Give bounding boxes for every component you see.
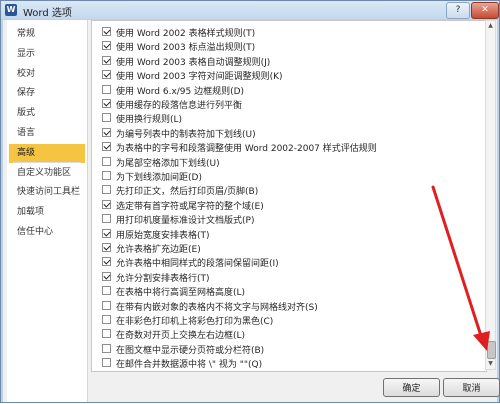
option-label: 使用 Word 6.x/95 边框规则(D) — [116, 86, 245, 97]
sidebar-item[interactable]: 保存 — [9, 84, 85, 103]
option-label: 允许表格扩充边距(E) — [116, 245, 201, 255]
option-checkbox[interactable] — [102, 113, 111, 123]
sidebar-item[interactable]: 快速访问工具栏 — [9, 183, 85, 202]
option-label: 为下划线添加间距(D) — [116, 173, 202, 183]
sidebar-item[interactable]: 版式 — [9, 104, 85, 123]
option-label: 允许表格中相同样式的段落间保留间距(I) — [116, 259, 279, 270]
option-checkbox[interactable] — [102, 156, 111, 166]
option-checkbox[interactable] — [102, 358, 111, 368]
option-checkbox[interactable] — [102, 243, 111, 252]
option-checkbox[interactable] — [102, 55, 111, 65]
option-checkbox[interactable] — [102, 315, 111, 324]
option-label: 在奇数对开页上交换左右边框(L) — [116, 331, 246, 342]
option-checkbox[interactable] — [102, 185, 111, 195]
option-checkbox[interactable] — [102, 228, 111, 238]
cancel-button[interactable]: 取消 — [443, 378, 500, 397]
option-checkbox[interactable] — [102, 127, 111, 137]
word-app-icon: W — [5, 4, 17, 16]
sidebar-item[interactable]: 自定义功能区 — [9, 164, 85, 183]
option-row[interactable]: 在邮件合并数据源中将 \" 视为 ""(Q) — [102, 356, 482, 371]
option-label: 在图文框中显示硬分页符或分栏符(B) — [116, 345, 265, 356]
close-button[interactable]: ✕ — [471, 2, 499, 19]
option-checkbox[interactable] — [102, 84, 111, 94]
sidebar-item[interactable]: 语言 — [9, 124, 85, 143]
option-checkbox[interactable] — [102, 257, 111, 267]
option-checkbox[interactable] — [102, 199, 111, 209]
option-checkbox[interactable] — [102, 343, 111, 353]
sidebar-item[interactable]: 高级 — [9, 143, 85, 163]
option-label: 在表格中将行高调至网格高度(L) — [116, 288, 246, 299]
vertical-scrollbar[interactable]: ▲ ▼ — [485, 20, 496, 370]
scroll-down-icon[interactable]: ▼ — [486, 359, 495, 369]
option-checkbox[interactable] — [102, 171, 111, 180]
help-button[interactable]: ? — [446, 2, 470, 19]
scroll-thumb[interactable] — [487, 341, 496, 359]
dialog-body: 常规 显示 校对 保存 版式 语言 高级 自定义功能区 快速访问工具栏 加载项 信任中心 使用 Wo… — [3, 20, 500, 402]
option-label: 为编号列表中的制表符加下划线(U) — [116, 129, 256, 140]
option-label: 用打印机度量标准设计文档版式(P) — [116, 216, 255, 227]
option-checkbox[interactable] — [102, 41, 111, 51]
sidebar-item[interactable]: 校对 — [9, 65, 85, 84]
option-label: 在邮件合并数据源中将 \" 视为 ""(Q) — [116, 360, 263, 371]
sidebar-item[interactable]: 加载项 — [9, 203, 85, 222]
option-label: 使用缓存的段落信息进行列平衡 — [116, 101, 243, 111]
option-label: 先打印正文，然后打印页眉/页脚(B) — [116, 187, 259, 198]
option-checkbox[interactable] — [102, 70, 111, 80]
option-label: 为尾部空格添加下划线(U) — [116, 158, 220, 169]
sidebar-item[interactable]: 常规 — [9, 25, 85, 44]
scroll-up-icon[interactable]: ▲ — [486, 21, 495, 31]
sidebar-item[interactable]: 信任中心 — [9, 223, 85, 242]
option-checkbox[interactable] — [102, 142, 111, 152]
option-label: 使用 Word 2003 标点溢出规则(T) — [116, 43, 256, 54]
option-checkbox[interactable] — [102, 99, 111, 108]
option-label: 使用换行规则(L) — [116, 115, 183, 126]
advanced-options-panel[interactable]: 使用 Word 2002 表格样式规则(T) 使用 Word 2003 标点溢出规… — [91, 20, 487, 372]
option-checkbox[interactable] — [102, 329, 111, 339]
option-label: 选定带有首字符或尾字符的整个域(E) — [116, 201, 264, 212]
option-label: 在带有内嵌对象的表格内不将文字与网格线对齐(S) — [116, 302, 318, 313]
option-label: 允许分割安排表格行(T) — [116, 273, 210, 284]
option-label: 为表格中的字号和段落调整使用 Word 2002-2007 样式评估规则 — [116, 144, 377, 155]
options-sidebar: 常规 显示 校对 保存 版式 语言 高级 自定义功能区 快速访问工具栏 加载项 信任中心 — [7, 20, 88, 402]
option-checkbox[interactable] — [102, 271, 111, 281]
option-checkbox[interactable] — [102, 27, 111, 36]
sidebar-item[interactable]: 显示 — [9, 45, 85, 64]
option-checkbox[interactable] — [102, 286, 111, 296]
dialog-title: Word 选项 — [23, 8, 72, 19]
sidebar-separator — [13, 161, 81, 163]
ok-button[interactable]: 确定 — [383, 378, 440, 397]
option-label: 使用 Word 2003 表格自动调整规则(J) — [116, 57, 271, 68]
option-label: 使用 Word 2002 表格样式规则(T) — [116, 29, 256, 39]
option-checkbox[interactable] — [102, 214, 111, 224]
option-label: 用原始宽度安排表格(T) — [116, 230, 210, 241]
option-label: 在非彩色打印机上将彩色打印为黑色(C) — [116, 317, 274, 327]
option-label: 使用 Word 2003 字符对间距调整规则(K) — [116, 72, 283, 83]
word-options-dialog: W Word 选项 ? ✕ 常规 显示 校对 保存 版式 语言 高级 自定义功能区 快速访问工具… — [0, 0, 500, 403]
title-bar: W Word 选项 ? ✕ — [1, 1, 499, 19]
option-checkbox[interactable] — [102, 300, 111, 310]
